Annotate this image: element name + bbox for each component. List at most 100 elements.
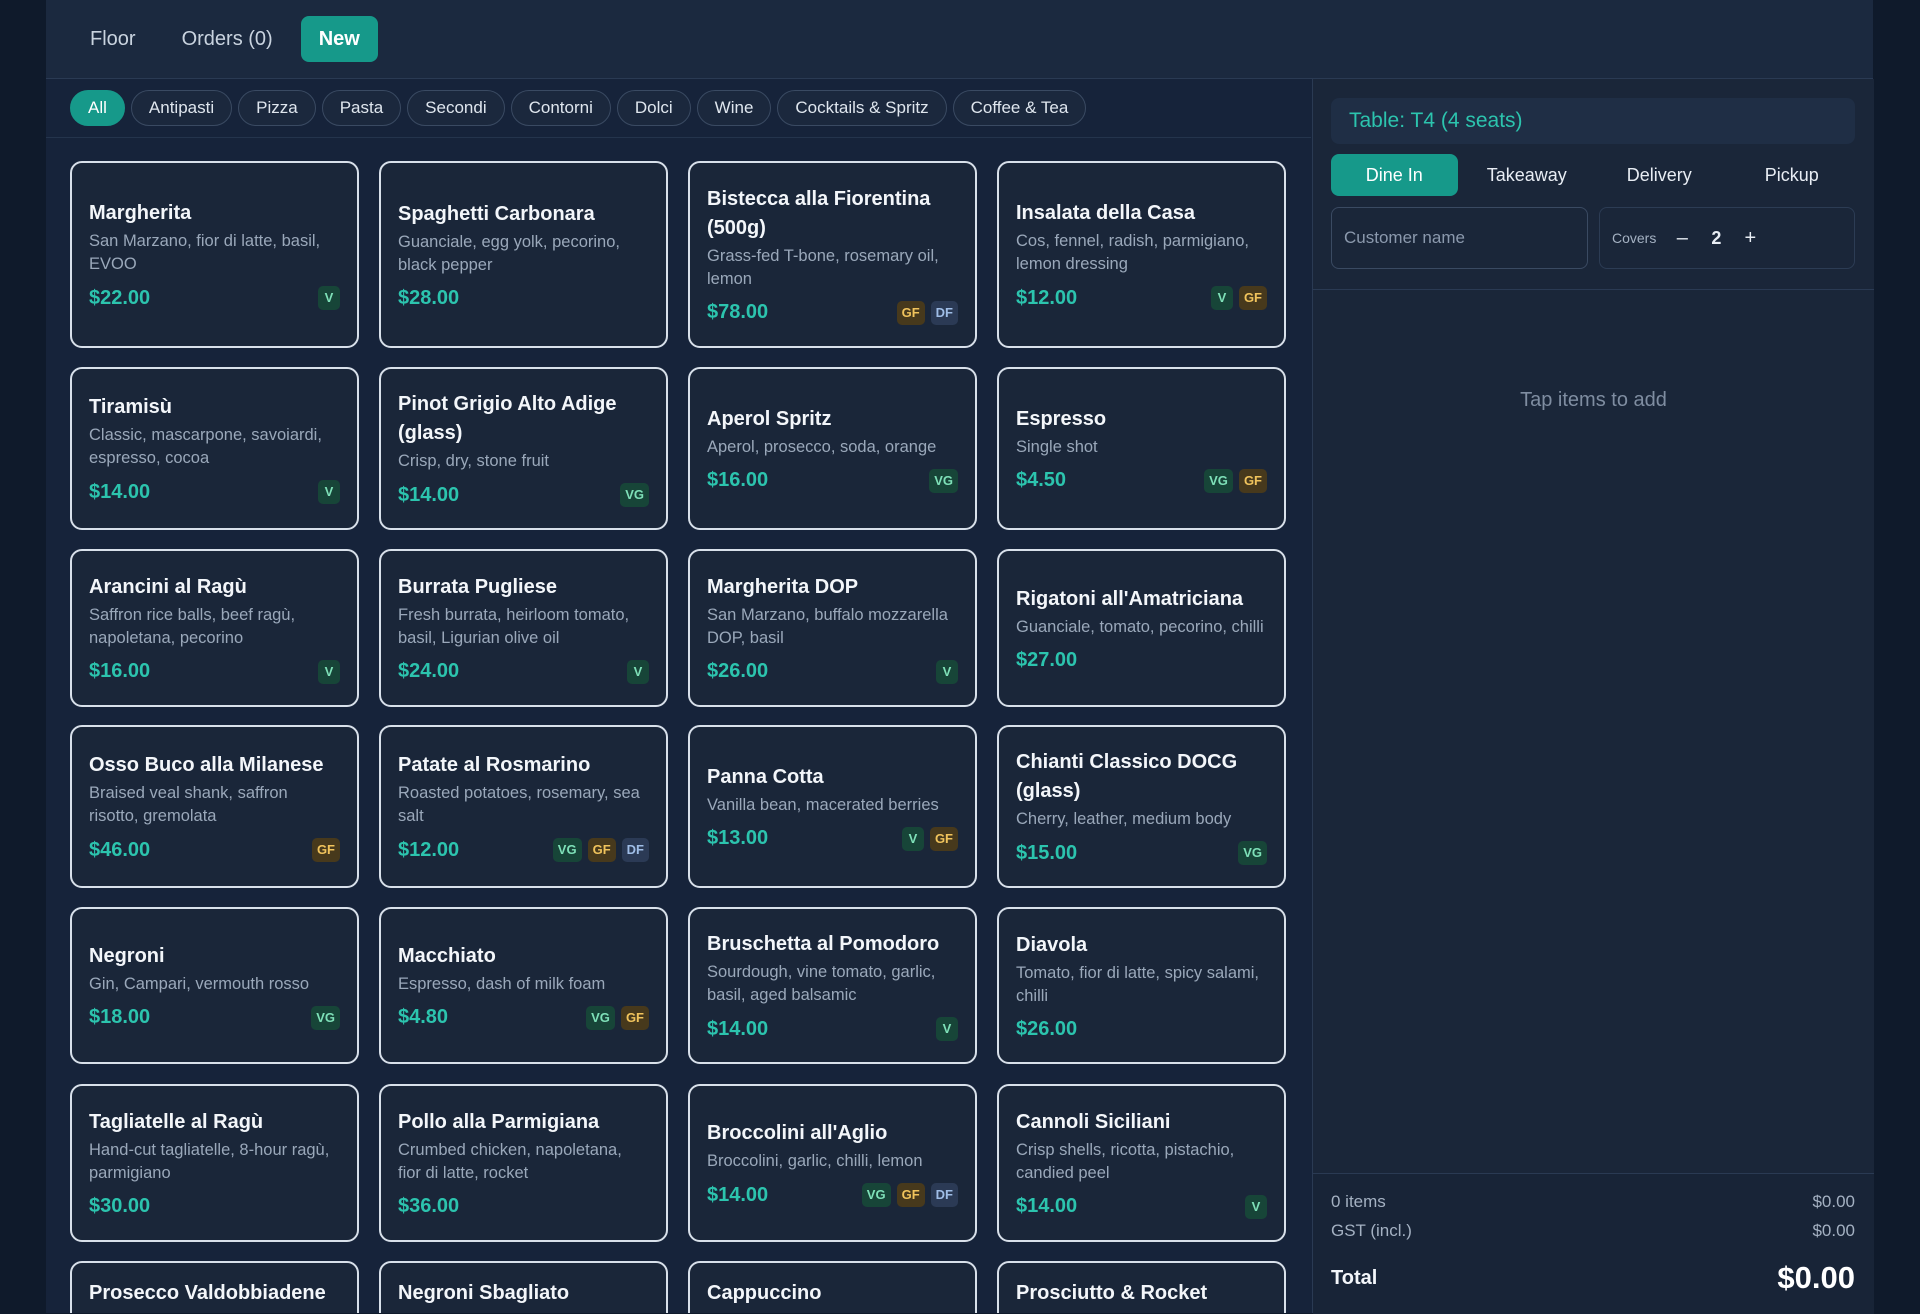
dietary-tag-v: V bbox=[1210, 286, 1233, 310]
order-type-pickup[interactable]: Pickup bbox=[1729, 154, 1856, 196]
menu-item-card[interactable]: Diavola Tomato, fior di latte, spicy sala… bbox=[997, 907, 1286, 1064]
order-type-takeaway[interactable]: Takeaway bbox=[1464, 154, 1591, 196]
covers-decrement-button[interactable]: – bbox=[1666, 227, 1698, 250]
menu-item-name: Prosecco Valdobbiadene (glass) bbox=[89, 1282, 326, 1313]
dietary-tag-v: V bbox=[318, 659, 340, 684]
dietary-tags: V bbox=[936, 1017, 958, 1041]
dietary-tags: VG GF bbox=[1204, 468, 1267, 493]
menu-item-card[interactable]: Spaghetti Carbonara Guanciale, egg yolk, … bbox=[379, 161, 668, 348]
menu-item-description: Espresso, dash of milk foam bbox=[398, 974, 606, 993]
category-chip[interactable]: All bbox=[70, 90, 125, 126]
menu-item-card[interactable]: Cappuccino bbox=[688, 1261, 977, 1313]
dietary-tag-df: DF bbox=[930, 300, 958, 325]
menu-item-card[interactable]: Negroni Gin, Campari, vermouth rosso $18.0… bbox=[70, 907, 359, 1064]
menu-item-price: $12.00 bbox=[1016, 286, 1078, 309]
menu-item-footer: $36.00 bbox=[398, 1195, 649, 1218]
menu-item-card[interactable]: Prosecco Valdobbiadene (glass) bbox=[70, 1261, 359, 1313]
dietary-tag-vg: VG bbox=[1204, 468, 1233, 493]
menu-item-description: San Marzano, buffalo mozzarella DOP, bas… bbox=[707, 605, 948, 647]
pos-app: Floor Orders (0) New All Antipasti Pizza Pa… bbox=[46, 0, 1874, 1314]
menu-item-footer: $28.00 bbox=[398, 287, 649, 310]
order-type-dine-in[interactable]: Dine In bbox=[1331, 154, 1458, 196]
table-label[interactable]: Table: T4 (4 seats) bbox=[1331, 98, 1855, 144]
dietary-tag-vg: VG bbox=[1238, 841, 1267, 865]
menu-item-description: San Marzano, fior di latte, basil, EVOO bbox=[89, 232, 321, 273]
menu-item-description: Braised veal shank, saffron risotto, gre… bbox=[89, 784, 288, 825]
category-chip[interactable]: Dolci bbox=[616, 90, 691, 126]
menu-item-card[interactable]: Pollo alla Parmigiana Crumbed chicken, na… bbox=[379, 1084, 668, 1242]
category-chip[interactable]: Contorni bbox=[510, 90, 611, 126]
menu-item-footer: $4.80 VG GF bbox=[398, 1005, 649, 1030]
menu-item-name: Cappuccino bbox=[707, 1282, 822, 1304]
dietary-tag-gf: GF bbox=[896, 1183, 925, 1207]
menu-item-name: Tagliatelle al Ragù bbox=[89, 1111, 264, 1133]
category-chip[interactable]: Antipasti bbox=[130, 90, 233, 126]
dietary-tag-v: V bbox=[318, 286, 340, 310]
dietary-tags: V bbox=[318, 659, 340, 684]
menu-item-footer: $26.00 V bbox=[707, 659, 958, 684]
menu-item-card[interactable]: Macchiato Espresso, dash of milk foam $4.8… bbox=[379, 907, 668, 1064]
dietary-tags: V bbox=[318, 286, 340, 310]
menu-item-name: Negroni Sbagliato bbox=[398, 1282, 570, 1304]
dietary-tag-v: V bbox=[627, 659, 649, 684]
menu-item-footer: $46.00 GF bbox=[89, 838, 340, 862]
menu-item-name: Tiramisù bbox=[89, 396, 172, 418]
covers-increment-button[interactable]: + bbox=[1734, 227, 1766, 250]
tab-floor[interactable]: Floor bbox=[72, 16, 154, 62]
category-chip[interactable]: Pizza bbox=[238, 90, 316, 126]
menu-item-footer: $4.50 VG GF bbox=[1016, 468, 1267, 493]
tab-new[interactable]: New bbox=[300, 16, 378, 62]
dietary-tag-gf: GF bbox=[1238, 286, 1267, 310]
menu-item-card[interactable]: Margherita DOP San Marzano, buffalo mozza… bbox=[688, 549, 977, 707]
menu-item-card[interactable]: Tiramisù Classic, mascarpone, savoiardi, … bbox=[70, 367, 359, 530]
menu-item-price: $26.00 bbox=[1016, 1017, 1078, 1040]
menu-item-card[interactable]: Burrata Pugliese Fresh burrata, heirloom … bbox=[379, 549, 668, 707]
category-chip[interactable]: Pasta bbox=[321, 90, 402, 126]
menu-item-footer: $27.00 bbox=[1016, 649, 1267, 672]
menu-item-card[interactable]: Negroni Sbagliato bbox=[379, 1261, 668, 1313]
menu-item-description: Guanciale, tomato, pecorino, chilli bbox=[1016, 617, 1264, 636]
order-panel: Table: T4 (4 seats) Dine In Takeaway Del… bbox=[1312, 79, 1874, 1314]
menu-item-card[interactable]: Broccolini all'Aglio Broccolini, garlic, … bbox=[688, 1084, 977, 1242]
category-chip[interactable]: Wine bbox=[696, 90, 772, 126]
order-type-delivery[interactable]: Delivery bbox=[1596, 154, 1723, 196]
menu-item-name: Margherita DOP bbox=[707, 575, 859, 598]
dietary-tag-vg: VG bbox=[311, 1005, 340, 1030]
menu-item-footer: $16.00 V bbox=[89, 659, 340, 684]
dietary-tag-gf: GF bbox=[620, 1005, 649, 1030]
category-chip[interactable]: Coffee & Tea bbox=[952, 90, 1087, 126]
menu-item-card[interactable]: Margherita San Marzano, fior di latte, ba… bbox=[70, 161, 359, 348]
dietary-tag-vg: VG bbox=[552, 838, 582, 862]
menu-item-footer: $14.00 V bbox=[707, 1017, 958, 1041]
menu-item-card[interactable]: Insalata della Casa Cos, fennel, radish, … bbox=[997, 161, 1286, 348]
menu-item-card[interactable]: Espresso Single shot $4.50 VG GF bbox=[997, 367, 1286, 530]
menu-item-name: Pinot Grigio Alto Adige (glass) bbox=[398, 393, 617, 444]
gst-value: $0.00 bbox=[1812, 1221, 1855, 1240]
menu-item-card[interactable]: Panna Cotta Vanilla bean, macerated berri… bbox=[688, 725, 977, 888]
menu-item-card[interactable]: Bruschetta al Pomodoro Sourdough, vine to… bbox=[688, 907, 977, 1064]
category-chip[interactable]: Secondi bbox=[407, 90, 505, 126]
menu-item-description: Gin, Campari, vermouth rosso bbox=[89, 974, 310, 993]
menu-item-footer: $78.00 GF DF bbox=[707, 300, 958, 325]
tab-orders[interactable]: Orders (0) bbox=[164, 16, 291, 62]
menu-item-card[interactable]: Cannoli Siciliani Crisp shells, ricotta, … bbox=[997, 1084, 1286, 1242]
menu-item-card[interactable]: Arancini al Ragù Saffron rice balls, beef… bbox=[70, 549, 359, 707]
order-summary: 0 items $0.00 GST (incl.) $0.00 Total $0… bbox=[1313, 1173, 1874, 1314]
menu-item-description: Tomato, fior di latte, spicy salami, chi… bbox=[1016, 963, 1260, 1005]
menu-item-card[interactable]: Patate al Rosmarino Roasted potatoes, ros… bbox=[379, 725, 668, 888]
menu-item-card[interactable]: Prosciutto & Rocket bbox=[997, 1261, 1286, 1313]
menu-item-price: $12.00 bbox=[398, 838, 460, 861]
menu-item-card[interactable]: Chianti Classico DOCG (glass) Cherry, lea… bbox=[997, 725, 1286, 888]
menu-item-description: Crisp shells, ricotta, pistachio, candie… bbox=[1016, 1140, 1235, 1182]
menu-item-card[interactable]: Pinot Grigio Alto Adige (glass) Crisp, dr… bbox=[379, 367, 668, 530]
category-chip[interactable]: Cocktails & Spritz bbox=[777, 90, 947, 126]
menu-item-card[interactable]: Bistecca alla Fiorentina (500g) Grass-fed… bbox=[688, 161, 977, 348]
menu-item-card[interactable]: Rigatoni all'Amatriciana Guanciale, tomat… bbox=[997, 549, 1286, 707]
menu-item-card[interactable]: Aperol Spritz Aperol, prosecco, soda, ora… bbox=[688, 367, 977, 530]
dietary-tag-v: V bbox=[936, 1017, 958, 1041]
dietary-tags: VG bbox=[1238, 841, 1267, 865]
menu-item-card[interactable]: Tagliatelle al Ragù Hand-cut tagliatelle,… bbox=[70, 1084, 359, 1242]
customer-name-input[interactable] bbox=[1331, 207, 1588, 269]
menu-item-card[interactable]: Osso Buco alla Milanese Braised veal shan… bbox=[70, 725, 359, 888]
menu-item-price: $14.00 bbox=[398, 483, 460, 506]
